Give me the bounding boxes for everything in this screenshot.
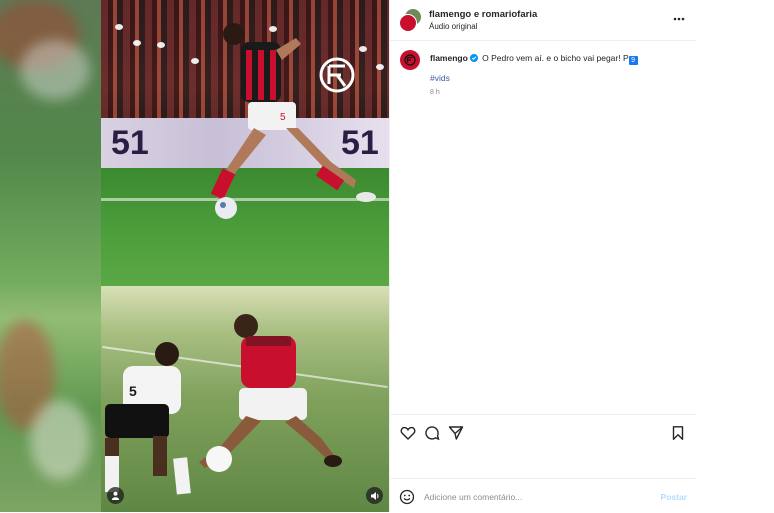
comment-input[interactable]: Adicione um comentário... [424,492,624,502]
post-authors[interactable]: flamengo e romariofaria [429,9,537,20]
player-romario: 5 [105,314,342,495]
jersey-number: 5 [280,112,286,123]
caption-body: O Pedro vem aí. e o bicho vai pegar! P [482,53,629,63]
send-icon[interactable] [448,425,464,441]
post-details-panel: flamengo e romariofaria Áudio original f… [389,0,696,512]
tagged-users-button[interactable] [107,487,124,504]
collab-avatars[interactable] [399,8,422,32]
flamengo-logo-icon [404,54,416,66]
video-frame-top: 51 51 5 [101,0,389,286]
post-comment-button[interactable]: Postar [661,492,687,502]
video-frame-bottom: 5 [101,286,389,512]
verified-badge-icon [469,54,478,62]
bookmark-icon[interactable] [670,425,686,441]
caption-text: flamengo O Pedro vem aí. e o bicho vai p… [430,52,680,65]
ad-board-text: 51 [111,124,149,162]
comment-icon[interactable] [424,425,440,441]
avatar[interactable] [400,50,420,70]
flamengo-crest-watermark [319,57,355,93]
post-header: flamengo e romariofaria Áudio original [390,0,696,41]
user-icon [111,491,120,500]
audio-label[interactable]: Áudio original [429,22,477,31]
hashtag-link[interactable]: #vids [430,73,450,83]
jersey-number: 5 [129,383,137,399]
post-timestamp[interactable]: 8 h [430,89,440,96]
caption-username[interactable]: flamengo [430,53,468,63]
comment-bar: Adicione um comentário... Postar [390,478,696,513]
keycap-emoji: 9 [628,56,638,65]
blurred-backdrop [0,0,101,512]
avatar-flamengo[interactable] [399,14,417,32]
mute-button[interactable] [366,487,383,504]
post-media[interactable]: 51 51 5 5 [101,0,389,512]
action-bar [390,414,696,451]
more-horizontal-icon[interactable] [672,12,686,26]
speaker-icon [370,491,379,500]
heart-icon[interactable] [400,425,416,441]
smiley-icon[interactable] [399,489,415,505]
